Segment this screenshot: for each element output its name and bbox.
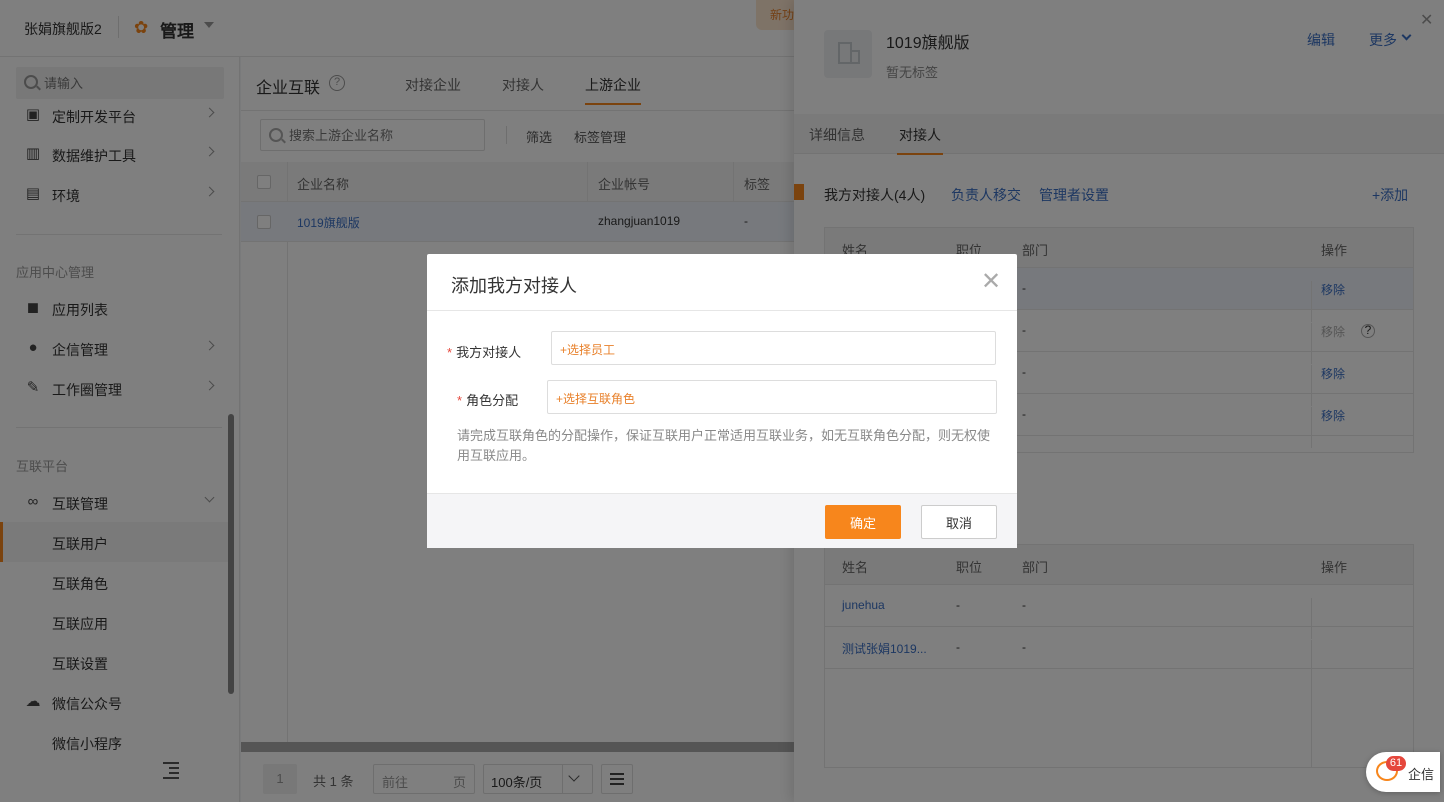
dialog-title: 添加我方对接人 bbox=[451, 276, 577, 296]
field-label-text: 角色分配 bbox=[466, 393, 519, 408]
select-employee-placeholder: +选择员工 bbox=[560, 343, 616, 357]
select-employee-field[interactable]: +选择员工 bbox=[551, 331, 996, 365]
field-label-role: * 角色分配 bbox=[457, 393, 519, 408]
role-hint-text: 请完成互联角色的分配操作，保证互联用户正常适用互联业务，如无互联角色分配，则无权… bbox=[457, 428, 991, 463]
dialog-footer: 确定 取消 bbox=[427, 493, 1017, 548]
add-contact-dialog: 添加我方对接人 ✕ * 我方对接人 +选择员工 * 角色分配 +选择互联角色 请完成… bbox=[427, 254, 1017, 548]
confirm-button[interactable]: 确定 bbox=[825, 505, 901, 539]
select-role-placeholder: +选择互联角色 bbox=[556, 392, 636, 406]
unread-badge: 61 bbox=[1386, 756, 1406, 771]
select-role-field[interactable]: +选择互联角色 bbox=[547, 380, 997, 414]
field-label-contact: * 我方对接人 bbox=[447, 345, 522, 360]
dialog-header: 添加我方对接人 ✕ bbox=[427, 254, 1017, 311]
chat-widget[interactable]: 61 企信 bbox=[1366, 752, 1440, 792]
field-label-text: 我方对接人 bbox=[456, 345, 522, 360]
cancel-button[interactable]: 取消 bbox=[921, 505, 997, 539]
chat-label: 企信 bbox=[1408, 767, 1435, 782]
close-icon[interactable]: ✕ bbox=[981, 270, 1001, 294]
